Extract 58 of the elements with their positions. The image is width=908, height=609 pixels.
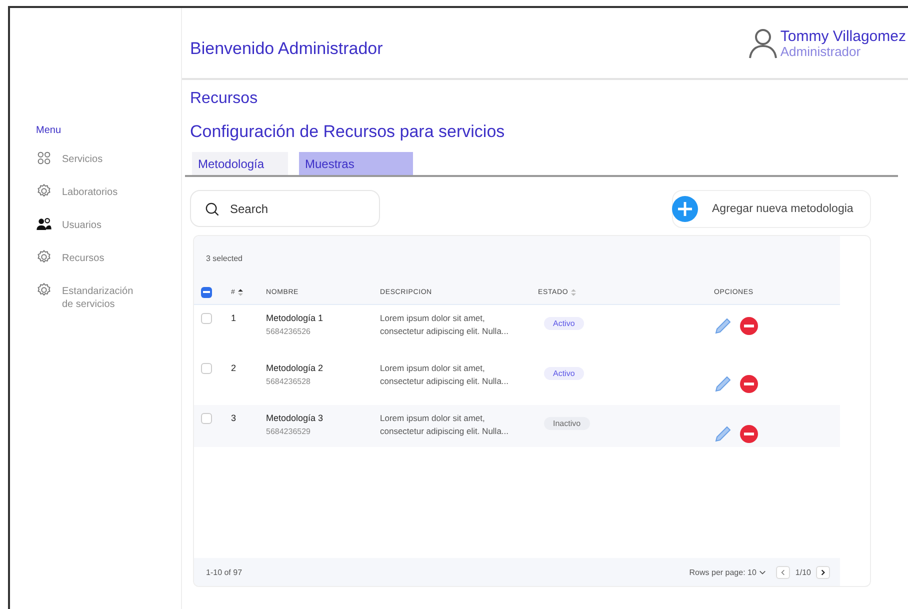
search-icon [205,202,219,216]
chevron-right-icon [821,568,825,576]
row-number: 1 [231,313,238,323]
page-subtitle: Configuración de Recursos para servicios [190,122,506,142]
rows-per-page-select[interactable]: Rows per page: 10 [689,568,766,576]
status-badge: Inactivo [544,417,590,430]
methodology-name: Metodología 3 [266,413,324,423]
sidebar-item[interactable]: Servicios [62,153,142,166]
methodology-code: 5684236528 [266,377,312,386]
sidebar-item[interactable]: Recursos [62,252,142,265]
gear-icon [36,282,52,298]
sidebar-item[interactable]: Usuarios [62,219,142,232]
pagination-range: 1-10 of 97 [206,568,242,576]
sort-icon[interactable] [238,288,244,296]
status-badge: Activo [544,367,584,380]
tab[interactable]: Muestras [299,152,413,175]
row-number: 3 [231,413,238,423]
user-name: Tommy Villagomez [780,28,906,44]
grid-icon [36,150,52,166]
menu-heading: Menu [36,125,62,136]
delete-icon[interactable] [740,317,758,335]
selection-count: 3 selected [206,254,242,262]
page-title: Recursos [190,90,259,108]
tab[interactable]: Metodología [192,152,288,175]
plus-icon [672,196,698,222]
checkbox[interactable] [201,413,212,424]
delete-icon[interactable] [740,375,758,393]
gear-icon [36,183,52,199]
user-icon [748,27,778,59]
user-role: Administrador [780,44,861,58]
pencil-icon[interactable] [714,425,732,443]
checkbox[interactable] [201,363,212,374]
add-button[interactable]: Agregar nueva metodologia [672,190,871,228]
page-indicator: 1/10 [795,568,811,576]
next-page-button[interactable] [816,566,830,578]
methodology-name: Metodología 2 [266,363,324,373]
chevron-down-icon [759,570,766,574]
users-icon [36,216,52,232]
welcome-title: Bienvenido Administrador [190,39,383,59]
search-field[interactable]: Search [190,190,380,227]
description-text: Lorem ipsum dolor sit amet, consectetur adipiscing elit. Nulla... [380,362,510,388]
gear-icon [36,249,52,265]
checkbox[interactable] [201,313,212,324]
row-number: 2 [231,363,238,373]
methodology-code: 5684236526 [266,327,312,336]
methodology-name: Metodología 1 [266,313,324,323]
methodology-code: 5684236529 [266,427,312,436]
delete-icon[interactable] [740,425,758,443]
checkbox[interactable] [201,286,212,298]
pencil-icon[interactable] [714,375,732,393]
previous-page-button[interactable] [776,566,790,578]
description-text: Lorem ipsum dolor sit amet, consectetur adipiscing elit. Nulla... [380,412,510,438]
status-badge: Activo [544,317,584,330]
chevron-left-icon [781,568,786,576]
sidebar-item[interactable]: Laboratorios [62,186,142,199]
sidebar-item[interactable]: Estandarización de servicios [62,285,142,311]
description-text: Lorem ipsum dolor sit amet, consectetur adipiscing elit. Nulla... [380,312,510,338]
pencil-icon[interactable] [714,317,732,335]
